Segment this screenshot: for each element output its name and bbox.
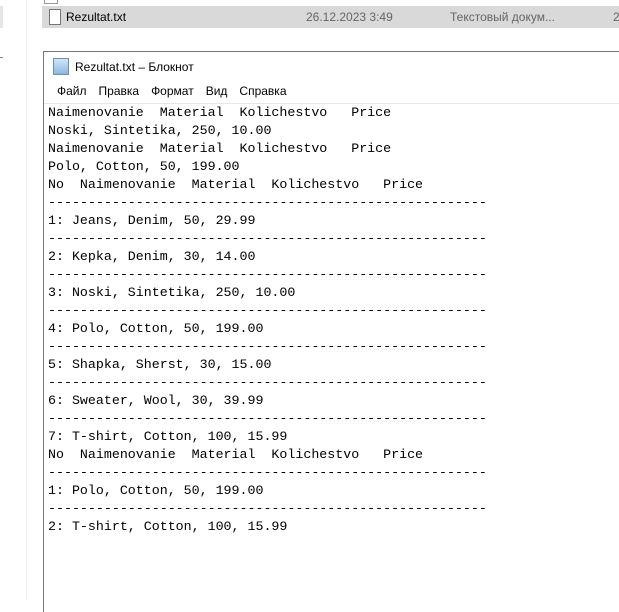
text-line: ----------------------------------------… <box>48 303 487 318</box>
file-date: 26.12.2023 3:49 <box>306 10 393 24</box>
text-line: ----------------------------------------… <box>48 465 487 480</box>
nav-divider <box>0 57 3 58</box>
file-row[interactable]: Rezultat.txt 26.12.2023 3:49 Текстовый д… <box>42 6 619 28</box>
text-line: No Naimenovanie Material Kolichestvo Pri… <box>48 447 424 462</box>
text-line: 6: Sweater, Wool, 30, 39.99 <box>48 393 264 408</box>
text-line: ----------------------------------------… <box>48 501 487 516</box>
text-line: ----------------------------------------… <box>48 195 487 210</box>
text-line: 4: Polo, Cotton, 50, 199.00 <box>48 321 264 336</box>
text-line: No Naimenovanie Material Kolichestvo Pri… <box>48 177 424 192</box>
text-line: Naimenovanie Material Kolichestvo Price <box>48 105 392 120</box>
text-line: 1: Polo, Cotton, 50, 199.00 <box>48 483 264 498</box>
text-line: ----------------------------------------… <box>48 411 487 426</box>
file-icon <box>44 0 58 4</box>
menu-format[interactable]: Формат <box>145 80 200 102</box>
menu-edit[interactable]: Правка <box>93 80 146 102</box>
notepad-window: Rezultat.txt – Блокнот Файл Правка Форма… <box>43 51 619 612</box>
file-name: Rezultat.txt <box>66 10 127 24</box>
text-line: ----------------------------------------… <box>48 375 487 390</box>
text-line: 7: T-shirt, Cotton, 100, 15.99 <box>48 429 288 444</box>
text-line: 5: Shapka, Sherst, 30, 15.00 <box>48 357 272 372</box>
text-line: 1: Jeans, Denim, 50, 29.99 <box>48 213 256 228</box>
text-line: ----------------------------------------… <box>48 267 487 282</box>
menu-help[interactable]: Справка <box>233 80 292 102</box>
title-bar[interactable]: Rezultat.txt – Блокнот <box>44 52 619 80</box>
menu-view[interactable]: Вид <box>200 80 234 102</box>
navigation-pane <box>0 0 27 599</box>
file-type: Текстовый докум... <box>450 10 555 24</box>
text-line: Naimenovanie Material Kolichestvo Price <box>48 141 392 156</box>
window-title: Rezultat.txt – Блокнот <box>75 60 194 74</box>
menu-bar: Файл Правка Формат Вид Справка <box>44 80 619 102</box>
text-line: Noski, Sintetika, 250, 10.00 <box>48 123 272 138</box>
text-line: 3: Noski, Sintetika, 250, 10.00 <box>48 285 296 300</box>
text-line: Polo, Cotton, 50, 199.00 <box>48 159 240 174</box>
text-line: 2: Kepka, Denim, 30, 14.00 <box>48 249 256 264</box>
nav-selection <box>0 6 3 28</box>
text-line: ----------------------------------------… <box>48 339 487 354</box>
menu-file[interactable]: Файл <box>51 80 93 102</box>
notepad-icon <box>53 58 69 75</box>
text-editor[interactable]: Naimenovanie Material Kolichestvo Price N… <box>44 103 619 612</box>
text-line: 2: T-shirt, Cotton, 100, 15.99 <box>48 519 288 534</box>
file-size: 2 <box>613 10 619 24</box>
text-file-icon <box>49 9 61 25</box>
text-line: ----------------------------------------… <box>48 231 487 246</box>
